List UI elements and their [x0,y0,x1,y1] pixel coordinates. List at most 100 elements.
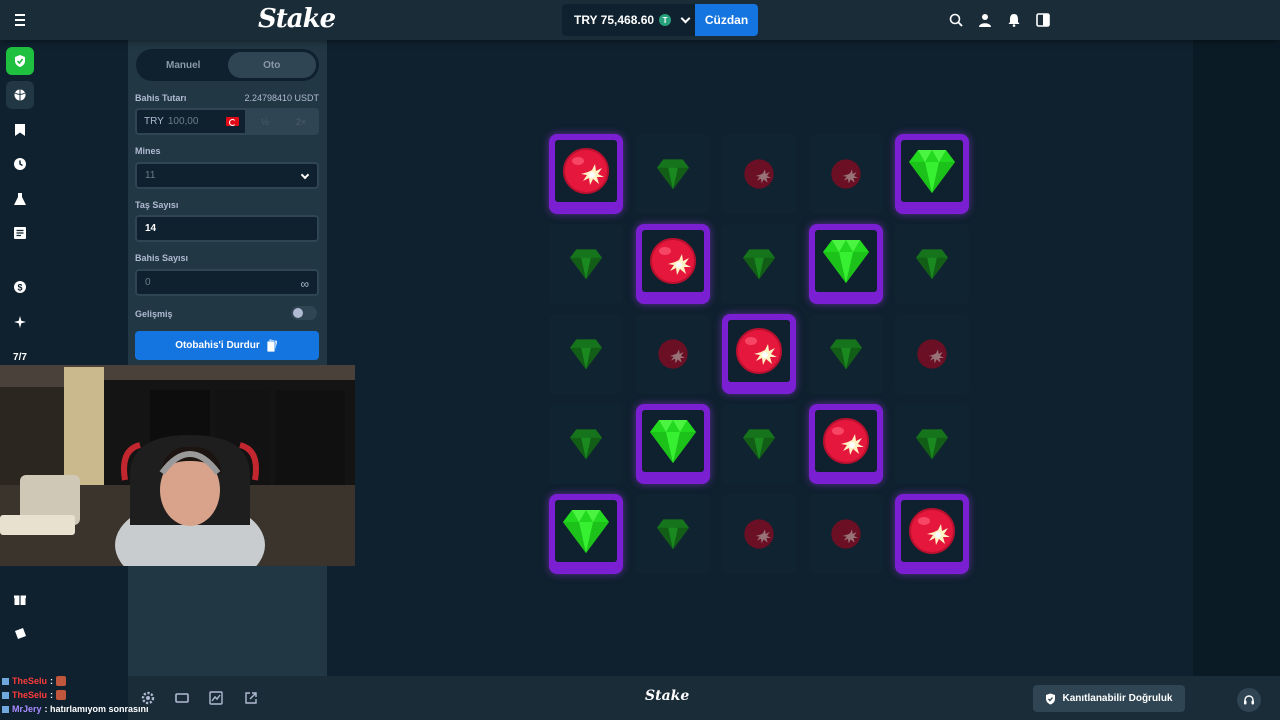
mine-tile[interactable] [722,494,796,574]
mine-tile[interactable] [895,134,969,214]
mine-tile[interactable] [808,224,883,304]
bet-amount-input[interactable]: TRY 100,00 [135,108,247,135]
mine-tile[interactable] [808,404,883,484]
user-icon[interactable] [977,10,993,30]
stats-icon[interactable] [209,691,223,705]
chat-text: : [50,676,54,686]
chat-username: MrJery [12,704,42,714]
newspaper-icon[interactable] [6,219,34,247]
mine-tile[interactable] [635,404,710,484]
balance-dropdown[interactable]: TRY 75,468.60 T [562,4,695,36]
mine-tile[interactable] [808,314,883,394]
gem-icon [822,238,870,284]
gem-icon [908,148,956,194]
mine-tile[interactable] [722,314,796,394]
mine-tile[interactable] [722,134,796,214]
mine-tile[interactable] [722,224,796,304]
chevron-down-icon [680,13,691,23]
chat-text: : [50,690,54,700]
tile-face [901,140,963,202]
mine-icon [830,518,862,550]
stop-autobet-button[interactable]: Otobahis'i Durdur [135,331,319,360]
chat-message: TheSelu : [2,674,149,688]
bet-currency: TRY [144,116,164,127]
mine-tile[interactable] [895,224,969,304]
chat-text: : hatırlamıyom sonrasını [44,704,149,714]
tab-auto[interactable]: Oto [227,52,316,78]
chat-message: MrJery : hatırlamıyom sonrasını [2,702,149,716]
stake-logo[interactable]: Stake [258,4,336,34]
theatre-mode-icon[interactable] [175,691,189,705]
mine-tile[interactable] [549,224,623,304]
coin-icon[interactable]: $ [6,273,34,301]
mine-icon [830,158,862,190]
mode-tabs: Manuel Oto [136,49,319,81]
infinity-icon[interactable]: ∞ [300,277,309,291]
balance-amount: TRY 75,468.60 [574,13,655,27]
gem-icon [656,158,690,190]
mine-tile[interactable] [895,494,969,574]
mine-icon [657,338,689,370]
wallet-button[interactable]: Cüzdan [695,4,758,36]
gem-icon [569,338,603,370]
sidebar-toggle-icon[interactable] [1035,10,1051,30]
provably-fair-button[interactable]: Kanıtlanabilir Doğruluk [1033,685,1185,712]
shield-icon[interactable] [6,47,34,75]
menu-icon[interactable] [10,10,30,30]
flask-icon[interactable] [6,185,34,213]
mine-tile[interactable] [549,494,623,574]
mines-value: 11 [145,170,156,181]
mine-icon [916,338,948,370]
bets-count-input[interactable]: 0 ∞ [135,269,319,296]
emote-icon [56,676,67,686]
mines-grid [549,134,969,574]
gem-icon [569,248,603,280]
tile-face [641,410,704,472]
right-gutter [1193,40,1280,676]
gem-icon [915,428,949,460]
mine-tile[interactable] [549,404,623,484]
gift-icon[interactable] [6,585,34,613]
gem-icon [649,418,697,464]
mine-tile[interactable] [635,134,710,214]
clock-icon[interactable] [6,150,34,178]
mines-select[interactable]: 11 [135,162,319,189]
popout-icon[interactable] [244,691,258,705]
mine-tile[interactable] [895,404,969,484]
bookmark-icon[interactable] [6,116,34,144]
search-icon[interactable] [948,10,964,30]
mine-tile[interactable] [722,404,796,484]
mine-tile[interactable] [808,494,883,574]
mines-game-board [327,40,1193,676]
mine-icon [562,147,610,195]
advanced-label: Gelişmiş [135,309,173,319]
mine-tile[interactable] [549,314,623,394]
webcam-overlay [0,365,355,566]
tab-manual[interactable]: Manuel [139,52,228,78]
mine-tile[interactable] [635,224,710,304]
half-button[interactable]: ½ [247,108,283,135]
mine-icon [822,417,870,465]
bet-amount-label: Bahis Tutarı [135,93,187,103]
basketball-icon[interactable] [6,81,34,109]
mine-tile[interactable] [549,134,623,214]
advanced-toggle[interactable] [291,306,317,320]
tile-face [641,230,704,292]
mine-tile[interactable] [635,494,710,574]
mines-label: Mines [135,146,161,156]
support-headset-icon[interactable] [1237,688,1261,712]
bell-icon[interactable] [1006,10,1022,30]
bet-placeholder: 100,00 [167,116,199,127]
sparkle-icon[interactable] [6,308,34,336]
tile-face [901,500,963,562]
svg-text:$: $ [17,283,22,293]
mine-tile[interactable] [895,314,969,394]
chat-username: TheSelu [12,676,48,686]
mine-tile[interactable] [635,314,710,394]
mine-tile[interactable] [808,134,883,214]
double-button[interactable]: 2× [283,108,319,135]
wallet-widget: TRY 75,468.60 T Cüzdan [562,4,758,36]
ticket-icon[interactable] [6,620,34,648]
gems-input[interactable]: 14 [135,215,319,242]
tile-face [814,230,877,292]
